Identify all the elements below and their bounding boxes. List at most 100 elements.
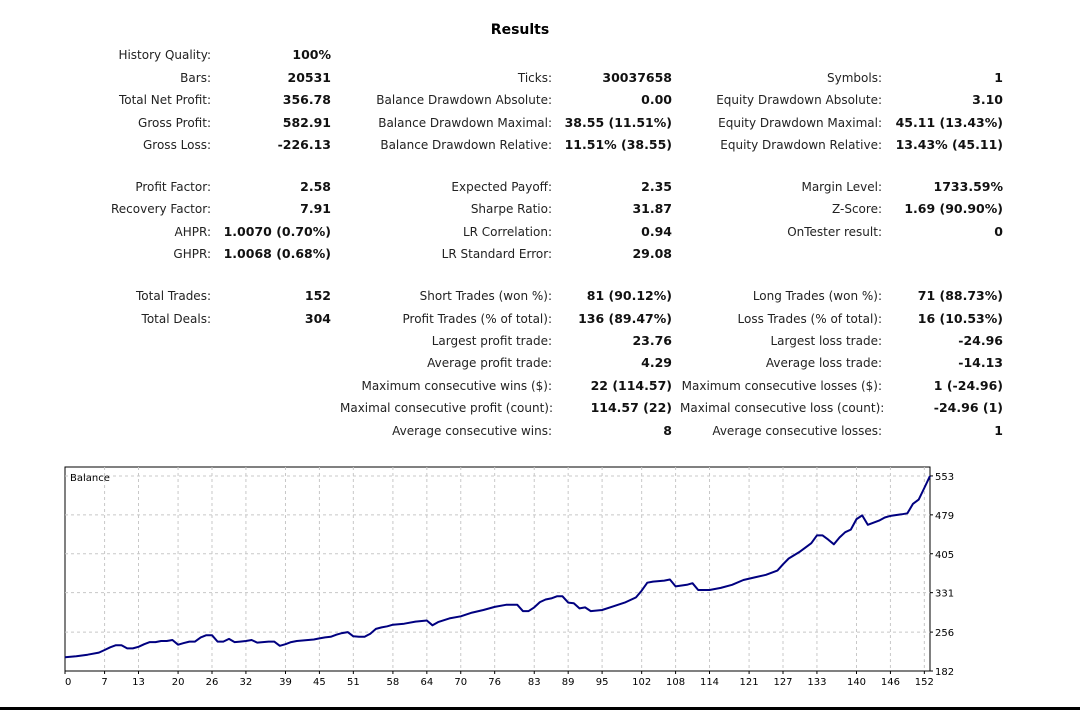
x-tick-label: 26	[206, 677, 219, 688]
x-tick-label: 102	[632, 677, 651, 688]
stat-value: 1.0070 (0.70%)	[223, 224, 331, 239]
y-axis-ticks: 182 256 331 405 479 553	[930, 472, 954, 678]
stat-label: Balance Drawdown Maximal:	[378, 116, 552, 130]
x-tick-label: 76	[488, 677, 501, 688]
stat-value: 114.57 (22)	[590, 400, 672, 415]
stat-label: Average consecutive wins:	[392, 424, 552, 438]
x-tick-label: 32	[240, 677, 253, 688]
x-tick-label: 121	[740, 677, 759, 688]
stat-value: 20531	[287, 70, 332, 85]
stat-label: Equity Drawdown Relative:	[720, 138, 882, 152]
x-tick-label: 39	[279, 677, 292, 688]
stat-label: Maximal consecutive profit (count):	[340, 401, 554, 415]
stat-value: 2.58	[300, 179, 331, 194]
x-tick-label: 70	[454, 677, 467, 688]
stat-value: 1.0068 (0.68%)	[223, 246, 331, 261]
x-tick-label: 152	[915, 677, 934, 688]
stat-label: GHPR:	[173, 247, 211, 261]
stat-value: 582.91	[282, 115, 331, 130]
stat-label: Symbols:	[827, 71, 882, 85]
stat-value: 0.00	[641, 92, 672, 107]
stat-label: Z-Score:	[832, 202, 882, 216]
x-tick-label: 95	[596, 677, 609, 688]
stat-label: Gross Profit:	[138, 116, 211, 130]
stat-value: -14.13	[958, 355, 1003, 370]
stat-value: 136 (89.47%)	[578, 311, 672, 326]
stat-label: Profit Trades (% of total):	[402, 312, 552, 326]
balance-chart: 0 7 13 20 26 32 39 45 51 58 64 70 76 83 89 95 102 108 114 1…	[60, 462, 1020, 692]
stat-label: Loss Trades (% of total):	[737, 312, 883, 326]
x-tick-label: 146	[881, 677, 900, 688]
stat-label: Equity Drawdown Absolute:	[716, 93, 882, 107]
stat-label: LR Standard Error:	[441, 247, 552, 261]
plot-area	[64, 466, 931, 672]
stat-label: Profit Factor:	[135, 180, 211, 194]
stat-value: 1733.59%	[933, 179, 1003, 194]
x-tick-label: 45	[313, 677, 326, 688]
stat-label: Average profit trade:	[427, 356, 552, 370]
stat-value: 31.87	[632, 201, 672, 216]
stat-label: Maximal consecutive loss (count):	[680, 401, 885, 415]
x-tick-label: 127	[773, 677, 792, 688]
stat-label: Expected Payoff:	[451, 180, 552, 194]
x-tick-label: 89	[562, 677, 575, 688]
stat-value: 1	[994, 70, 1003, 85]
stat-value: 23.76	[632, 333, 672, 348]
stat-label: Largest loss trade:	[770, 334, 882, 348]
x-tick-label: 133	[807, 677, 826, 688]
stat-label: AHPR:	[174, 225, 211, 239]
stat-label: Short Trades (won %):	[419, 289, 552, 303]
stat-value: 22 (114.57)	[590, 378, 672, 393]
stat-value: 0	[994, 224, 1003, 239]
stat-label: Average loss trade:	[765, 356, 882, 370]
stat-value: 356.78	[282, 92, 331, 107]
stat-value: -226.13	[277, 137, 331, 152]
stat-value: 4.29	[641, 355, 672, 370]
chart-title: Balance	[70, 473, 110, 484]
stat-label: Largest profit trade:	[431, 334, 552, 348]
x-tick-label: 13	[132, 677, 145, 688]
stat-value: 11.51% (38.55)	[564, 137, 672, 152]
stat-value: 8	[663, 423, 672, 438]
stat-label: Equity Drawdown Maximal:	[718, 116, 882, 130]
x-tick-label: 114	[700, 677, 719, 688]
stat-value: 1.69 (90.90%)	[904, 201, 1003, 216]
x-tick-label: 108	[666, 677, 685, 688]
y-tick-label: 405	[935, 550, 954, 561]
x-tick-label: 51	[347, 677, 360, 688]
stat-value: 81 (90.12%)	[586, 288, 672, 303]
stat-value: 7.91	[300, 201, 331, 216]
stat-label: Ticks:	[517, 71, 552, 85]
stat-value: 30037658	[602, 70, 672, 85]
stat-value: -24.96	[958, 333, 1003, 348]
stat-label: LR Correlation:	[462, 225, 552, 239]
stat-label: Total Trades:	[136, 289, 211, 303]
x-tick-label: 0	[65, 677, 71, 688]
x-tick-label: 7	[101, 677, 107, 688]
x-tick-label: 20	[172, 677, 185, 688]
stat-label: Total Deals:	[141, 312, 211, 326]
stat-value: 45.11 (13.43%)	[895, 115, 1003, 130]
stat-label: OnTester result:	[787, 225, 882, 239]
balance-chart-svg: 0 7 13 20 26 32 39 45 51 58 64 70 76 83 89 95 102 108 114 1…	[64, 466, 954, 688]
stat-label: Balance Drawdown Absolute:	[376, 93, 552, 107]
stat-value: 0.94	[641, 224, 672, 239]
stat-value: 304	[304, 311, 331, 326]
stat-value: 16 (10.53%)	[917, 311, 1003, 326]
stat-label: Maximum consecutive wins ($):	[361, 379, 552, 393]
stat-label: Bars:	[180, 71, 211, 85]
stat-label: History Quality:	[118, 48, 211, 62]
stat-value: 2.35	[641, 179, 672, 194]
y-tick-label: 331	[935, 589, 954, 600]
stat-label: Long Trades (won %):	[752, 289, 882, 303]
stat-value: 3.10	[972, 92, 1003, 107]
stat-label: Balance Drawdown Relative:	[380, 138, 552, 152]
y-tick-label: 182	[935, 667, 954, 678]
stat-value: -24.96 (1)	[933, 400, 1003, 415]
stat-label: Gross Loss:	[143, 138, 211, 152]
y-tick-label: 256	[935, 628, 954, 639]
y-tick-label: 479	[935, 511, 954, 522]
stat-value: 1	[994, 423, 1003, 438]
results-title: Results	[490, 22, 550, 38]
x-tick-label: 58	[387, 677, 400, 688]
